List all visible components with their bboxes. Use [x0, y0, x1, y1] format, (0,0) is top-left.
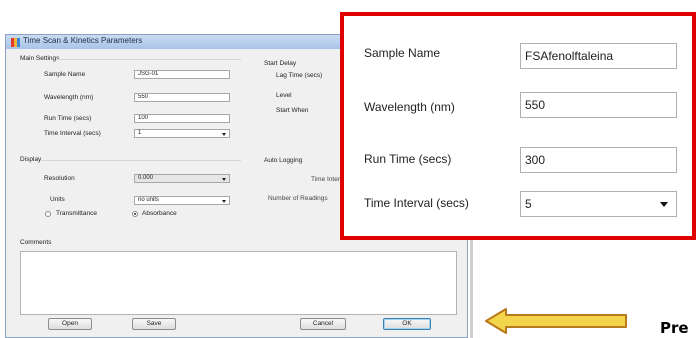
group-divider: [42, 160, 241, 161]
start-when-label: Start When: [276, 107, 309, 114]
zoom-sample-name-label: Sample Name: [364, 46, 441, 60]
units-label: Units: [50, 196, 65, 203]
level-label: Level: [276, 92, 292, 99]
number-of-readings-label: Number of Readings: [268, 195, 328, 202]
zoom-time-interval-value: 5: [525, 197, 532, 211]
chevron-down-icon: [660, 202, 668, 207]
display-group-label: Display: [20, 156, 42, 163]
units-dropdown[interactable]: no units: [134, 196, 230, 205]
absorbance-label: Absorbance: [142, 210, 177, 217]
transmittance-radio[interactable]: [45, 211, 51, 217]
window-splitter: [470, 238, 473, 338]
resolution-label: Resolution: [44, 175, 75, 182]
comments-group-label: Comments: [20, 239, 52, 246]
comments-textarea[interactable]: [20, 251, 457, 315]
chevron-down-icon: [222, 200, 226, 203]
chevron-down-icon: [222, 178, 226, 181]
zoomed-parameters-callout: Sample Name FSAfenolftaleina Wavelength …: [340, 12, 696, 240]
wavelength-field[interactable]: 550: [134, 93, 230, 102]
resolution-value: 0.000: [138, 175, 154, 181]
time-interval-dropdown[interactable]: 1: [134, 129, 230, 138]
zoom-wavelength-label: Wavelength (nm): [364, 100, 455, 114]
start-delay-group-label: Start Delay: [264, 60, 297, 67]
zoom-wavelength-field[interactable]: 550: [520, 92, 677, 118]
lag-time-label: Lag Time (secs): [276, 72, 323, 79]
transmittance-label: Transmittance: [56, 210, 97, 217]
run-time-label: Run Time (secs): [44, 115, 92, 122]
logging-time-interval-label: Time Interval: [311, 176, 343, 183]
time-interval-label: Time Interval (secs): [44, 130, 101, 137]
cut-off-annotation-text: Pre: [660, 319, 689, 337]
chevron-down-icon: [222, 133, 226, 136]
zoom-run-time-label: Run Time (secs): [364, 152, 452, 166]
zoom-time-interval-dropdown[interactable]: 5: [520, 191, 677, 217]
zoom-time-interval-label: Time Interval (secs): [364, 196, 469, 210]
save-button[interactable]: Save: [132, 318, 176, 330]
sample-name-label: Sample Name: [44, 71, 86, 78]
sample-name-field[interactable]: JSG-01: [134, 70, 230, 79]
wavelength-label: Wavelength (nm): [44, 94, 94, 101]
cancel-button[interactable]: Cancel: [300, 318, 346, 330]
auto-logging-group-label: Auto Logging: [264, 157, 303, 164]
app-icon: [11, 38, 20, 47]
resolution-dropdown[interactable]: 0.000: [134, 174, 230, 183]
dialog-title: Time Scan & Kinetics Parameters: [23, 36, 143, 45]
open-button[interactable]: Open: [48, 318, 92, 330]
zoom-sample-name-field[interactable]: FSAfenolftaleina: [520, 43, 677, 69]
group-divider: [56, 59, 241, 60]
run-time-field[interactable]: 100: [134, 114, 230, 123]
main-settings-group-label: Main Settings: [20, 55, 60, 62]
time-interval-value: 1: [138, 130, 142, 136]
units-value: no units: [138, 197, 160, 203]
zoom-run-time-field[interactable]: 300: [520, 147, 677, 173]
ok-button[interactable]: OK: [383, 318, 431, 330]
absorbance-radio[interactable]: [132, 211, 138, 217]
left-arrow-icon: [485, 308, 627, 334]
